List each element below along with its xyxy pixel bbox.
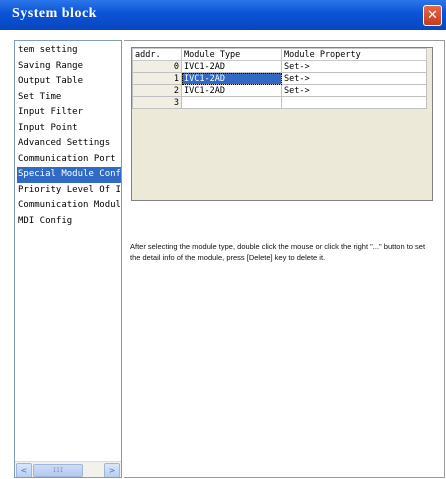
nav-item-communication-port[interactable]: Communication Port (17, 152, 121, 168)
module-table: addr. Module Type Module Property 0 IVC1… (132, 48, 427, 109)
window-title: System block (12, 6, 97, 21)
chevron-left-icon: < (20, 466, 28, 475)
module-property-cell[interactable] (281, 96, 427, 109)
addr-cell: 3 (132, 96, 182, 109)
chevron-right-icon: > (108, 466, 116, 475)
module-grid: addr. Module Type Module Property 0 IVC1… (131, 47, 433, 201)
nav-item-mdi-config[interactable]: MDI Config (17, 214, 121, 230)
content-area: tem setting Saving Range Output Table Se… (0, 30, 446, 479)
nav-item-special-module-config[interactable]: Special Module Configu (17, 167, 121, 183)
nav-item-output-table[interactable]: Output Table (17, 74, 121, 90)
close-button[interactable]: ✕ (423, 5, 442, 26)
table-row[interactable]: 2 IVC1-2AD Set-> (132, 84, 427, 97)
title-bar[interactable]: System block ✕ (0, 0, 446, 30)
nav-item-input-filter[interactable]: Input Filter (17, 105, 121, 121)
addr-cell: 0 (132, 60, 182, 73)
nav-item-priority-level[interactable]: Priority Level Of Inte (17, 183, 121, 199)
module-property-cell[interactable]: Set-> (281, 72, 427, 85)
close-icon: ✕ (427, 8, 438, 23)
addr-cell: 1 (132, 72, 182, 85)
module-type-cell[interactable]: IVC1-2AD (181, 84, 282, 97)
help-text: After selecting the module type, double … (130, 242, 426, 262)
table-row[interactable]: 3 (132, 96, 427, 109)
module-type-cell[interactable] (181, 96, 282, 109)
column-header-addr: addr. (132, 48, 182, 61)
scroll-thumb[interactable]: III (33, 464, 83, 477)
nav-item-saving-range[interactable]: Saving Range (17, 59, 121, 75)
nav-item-set-time[interactable]: Set Time (17, 90, 121, 106)
nav-item-system-setting[interactable]: tem setting (17, 43, 121, 59)
settings-nav-list: tem setting Saving Range Output Table Se… (15, 41, 121, 229)
module-property-cell[interactable]: Set-> (281, 84, 427, 97)
table-header-row: addr. Module Type Module Property (132, 48, 427, 61)
grip-icon: III (52, 467, 64, 474)
nav-item-communication-modules[interactable]: Communication Modules (17, 198, 121, 214)
module-type-cell[interactable]: IVC1-2AD (181, 72, 282, 85)
column-header-module-type: Module Type (181, 48, 282, 61)
nav-item-advanced-settings[interactable]: Advanced Settings (17, 136, 121, 152)
scroll-right-button[interactable]: > (104, 463, 120, 477)
settings-nav-panel: tem setting Saving Range Output Table Se… (14, 40, 122, 478)
horizontal-scrollbar[interactable]: < III > (15, 461, 121, 477)
module-property-cell[interactable]: Set-> (281, 60, 427, 73)
module-type-cell[interactable]: IVC1-2AD (181, 60, 282, 73)
column-header-module-property: Module Property (281, 48, 427, 61)
scroll-left-button[interactable]: < (16, 463, 32, 477)
addr-cell: 2 (132, 84, 182, 97)
table-row[interactable]: 1 IVC1-2AD Set-> (132, 72, 427, 85)
nav-item-input-point[interactable]: Input Point (17, 121, 121, 137)
special-module-config-panel: addr. Module Type Module Property 0 IVC1… (124, 40, 445, 478)
system-block-window: System block ✕ tem setting Saving Range … (0, 0, 446, 479)
table-row[interactable]: 0 IVC1-2AD Set-> (132, 60, 427, 73)
